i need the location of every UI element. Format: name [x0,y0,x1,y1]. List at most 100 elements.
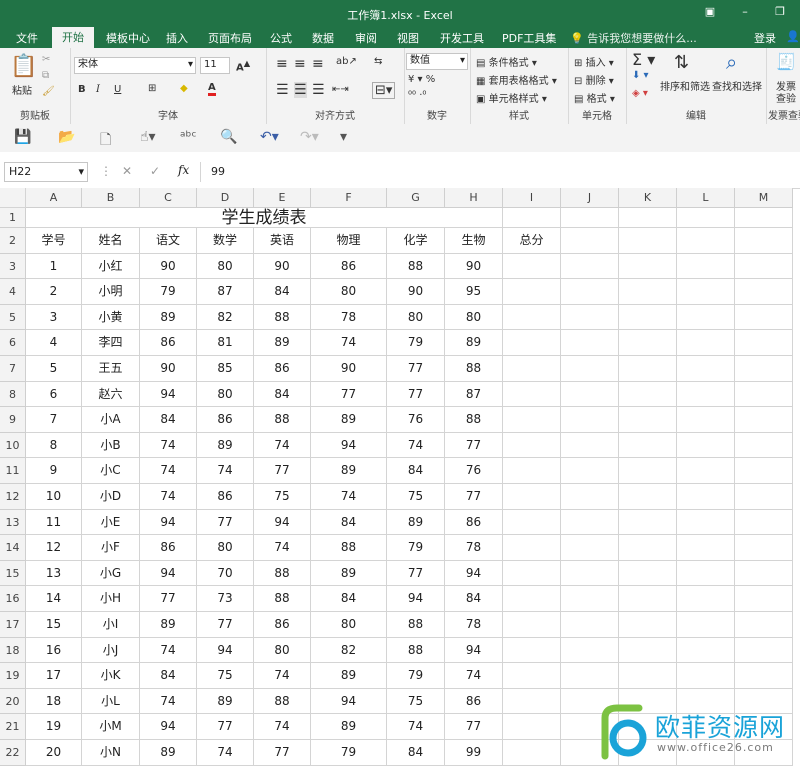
data-cell[interactable]: 74 [445,663,503,689]
cell[interactable] [619,535,677,561]
cell[interactable] [619,560,677,587]
cell[interactable] [503,688,561,715]
data-cell[interactable]: 74 [311,330,387,356]
data-cell[interactable]: 89 [197,688,254,715]
data-cell[interactable]: 89 [311,458,387,484]
invoice-line2[interactable]: 查验 [776,90,796,105]
data-cell[interactable]: 70 [197,560,254,587]
redo-icon[interactable]: ↷▾ [300,129,319,145]
row-header[interactable]: 22 [0,740,26,766]
cell[interactable] [677,228,735,254]
row-header[interactable]: 7 [0,356,26,382]
data-cell[interactable]: 82 [311,637,387,664]
cell[interactable] [561,663,619,689]
cell[interactable] [561,253,619,280]
insert-function-button[interactable]: fx [178,163,189,177]
cell[interactable] [503,663,561,689]
data-cell[interactable]: 88 [254,560,311,587]
data-cell[interactable]: 小L [82,688,140,715]
data-cell[interactable]: 94 [140,509,197,536]
underline-button[interactable]: U [114,84,121,95]
fill-color-icon[interactable]: ◆ [180,83,188,94]
data-cell[interactable]: 6 [26,381,82,408]
data-cell[interactable]: 小黄 [82,304,140,331]
cell[interactable] [561,279,619,305]
tab-template-center[interactable]: 模板中心 [106,30,150,46]
cell[interactable] [735,663,793,689]
cell[interactable] [503,560,561,587]
data-cell[interactable]: 小红 [82,253,140,280]
data-cell[interactable]: 84 [387,458,445,484]
align-left-icon[interactable]: ☰ [276,82,289,98]
cell[interactable] [503,432,561,459]
cell[interactable] [619,304,677,331]
data-cell[interactable]: 80 [197,381,254,408]
invoice-icon[interactable]: 🧾 [776,52,796,71]
data-cell[interactable]: 8 [26,432,82,459]
cell[interactable] [619,484,677,510]
bold-button[interactable]: B [78,84,86,95]
data-cell[interactable]: 89 [387,509,445,536]
data-cell[interactable]: 16 [26,637,82,664]
data-cell[interactable]: 74 [140,688,197,715]
cell[interactable] [561,330,619,356]
data-cell[interactable]: 86 [445,509,503,536]
row-header[interactable]: 17 [0,612,26,638]
paste-button[interactable]: 粘贴 [12,82,32,97]
tab-file[interactable]: 文件 [16,30,38,46]
wrap-text-icon[interactable]: ⇆ [374,56,382,67]
cell[interactable] [503,458,561,484]
find-icon[interactable]: ⌕ [726,50,737,74]
cell[interactable] [735,330,793,356]
data-cell[interactable]: 89 [197,432,254,459]
data-cell[interactable]: 86 [311,253,387,280]
cell[interactable] [735,612,793,638]
data-cell[interactable]: 77 [387,381,445,408]
cell[interactable] [561,535,619,561]
data-cell[interactable]: 84 [445,586,503,612]
format-cells-button[interactable]: ▤ 格式 ▾ [574,90,615,105]
data-cell[interactable]: 1 [26,253,82,280]
data-cell[interactable]: 77 [140,586,197,612]
row-header[interactable]: 16 [0,586,26,612]
decimal-icon[interactable]: ⁰⁰ ·⁰ [408,90,426,101]
find-select-button[interactable]: 查找和选择 [712,78,762,93]
data-cell[interactable]: 90 [311,356,387,382]
data-cell[interactable]: 88 [387,612,445,638]
data-cell[interactable]: 88 [254,688,311,715]
column-header[interactable]: A [26,188,82,208]
cell[interactable] [619,407,677,433]
cell[interactable] [735,407,793,433]
cell[interactable] [677,560,735,587]
data-cell[interactable]: 88 [254,586,311,612]
data-cell[interactable]: 90 [140,253,197,280]
format-as-table-button[interactable]: ▦ 套用表格格式 ▾ [476,72,557,87]
cell[interactable] [503,407,561,433]
data-cell[interactable]: 94 [254,509,311,536]
cell[interactable] [561,560,619,587]
maximize-icon[interactable]: ❐ [770,4,790,20]
data-cell[interactable]: 18 [26,688,82,715]
cancel-icon[interactable]: ✕ [122,164,132,178]
cell[interactable] [735,304,793,331]
cell[interactable] [677,356,735,382]
data-cell[interactable]: 77 [387,356,445,382]
data-cell[interactable]: 74 [140,637,197,664]
cell[interactable] [735,535,793,561]
cell[interactable] [677,381,735,408]
data-cell[interactable]: 76 [387,407,445,433]
cell[interactable] [677,663,735,689]
data-cell[interactable]: 89 [445,330,503,356]
row-header[interactable]: 9 [0,407,26,433]
data-cell[interactable]: 89 [140,740,197,766]
data-cell[interactable]: 小明 [82,279,140,305]
cell[interactable] [677,279,735,305]
clear-icon[interactable]: ◈ ▾ [632,88,648,99]
tell-me-box[interactable]: 💡 告诉我您想要做什么... [570,30,697,46]
cell[interactable] [677,208,735,228]
row-header[interactable]: 20 [0,688,26,715]
cell[interactable] [677,330,735,356]
header-cell[interactable]: 生物 [445,228,503,254]
data-cell[interactable]: 小E [82,509,140,536]
sort-filter-button[interactable]: 排序和筛选 [660,78,710,93]
